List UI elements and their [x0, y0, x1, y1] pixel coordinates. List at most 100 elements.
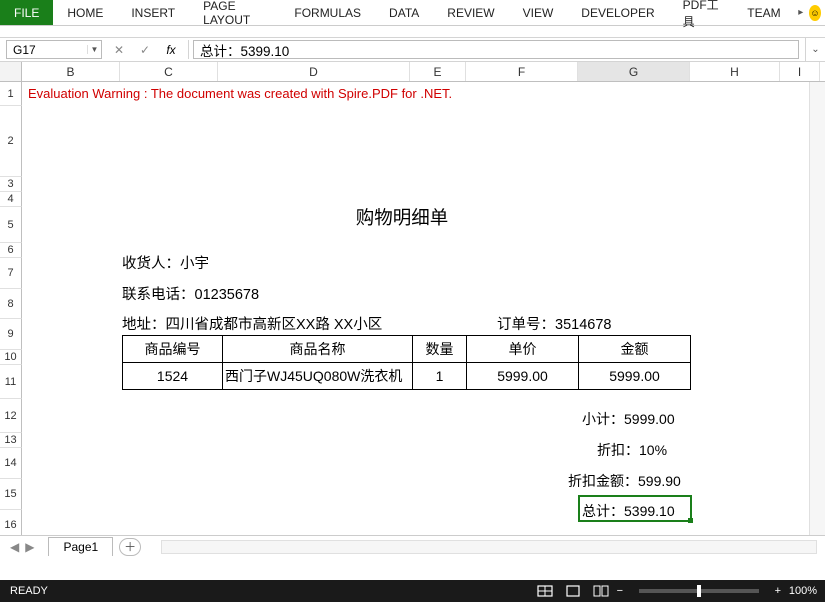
- tab-page-layout[interactable]: PAGE LAYOUT: [189, 0, 280, 25]
- zoom-out-button[interactable]: −: [615, 585, 625, 597]
- row-header-14[interactable]: 14: [0, 448, 22, 479]
- row-header-12[interactable]: 12: [0, 399, 22, 433]
- table-header-row: 商品编号 商品名称 数量 单价 金额: [123, 336, 691, 363]
- view-pagelayout-icon[interactable]: [560, 582, 586, 600]
- phone-value: 01235678: [195, 287, 260, 303]
- fx-icon[interactable]: fx: [158, 43, 184, 57]
- tab-developer[interactable]: DEVELOPER: [567, 0, 668, 25]
- grid-body[interactable]: 12345678910111213141516171819 Evaluation…: [0, 82, 825, 557]
- name-box[interactable]: G17 ▼: [6, 40, 102, 59]
- select-all-corner[interactable]: [0, 62, 22, 81]
- zoom-value[interactable]: 100%: [789, 585, 817, 597]
- horizontal-scrollbar[interactable]: [161, 540, 817, 554]
- row-header-4[interactable]: 4: [0, 192, 22, 207]
- zoom-controls: − + 100%: [615, 585, 825, 597]
- formula-controls: ✕ ✓ fx: [106, 38, 184, 61]
- zoom-slider[interactable]: [639, 589, 759, 593]
- row-header-9[interactable]: 9: [0, 319, 22, 350]
- total-label: 总计：: [582, 503, 624, 519]
- receiver-label: 收货人：: [122, 256, 180, 272]
- tab-view[interactable]: VIEW: [509, 0, 568, 25]
- sheet-nav-prev-icon[interactable]: ◀: [10, 540, 19, 554]
- grid-area: B C D E F G H I 123456789101112131415161…: [0, 62, 825, 557]
- add-sheet-button[interactable]: ＋: [119, 538, 141, 556]
- td-name: 西门子WJ45UQ080W洗衣机: [223, 363, 413, 390]
- address-label: 地址：: [122, 317, 166, 333]
- orderno-label: 订单号：: [497, 317, 555, 333]
- tab-review[interactable]: REVIEW: [433, 0, 508, 25]
- tab-insert[interactable]: INSERT: [117, 0, 189, 25]
- ribbon-overflow-icon[interactable]: ▸: [795, 5, 807, 21]
- th-amount: 金额: [579, 336, 691, 363]
- row-header-7[interactable]: 7: [0, 258, 22, 289]
- col-header-E[interactable]: E: [410, 62, 466, 81]
- row-header-1[interactable]: 1: [0, 82, 22, 106]
- tab-data[interactable]: DATA: [375, 0, 433, 25]
- tab-team[interactable]: TEAM: [733, 0, 794, 25]
- status-ready: READY: [0, 585, 58, 597]
- col-header-C[interactable]: C: [120, 62, 218, 81]
- sheet-nav: ◀ ▶: [0, 540, 44, 554]
- col-header-I[interactable]: I: [780, 62, 820, 81]
- cancel-formula-icon[interactable]: ✕: [106, 43, 132, 57]
- chevron-down-icon[interactable]: ▼: [87, 45, 101, 54]
- evaluation-warning: Evaluation Warning : The document was cr…: [28, 86, 452, 101]
- tab-formulas[interactable]: FORMULAS: [280, 0, 375, 25]
- sheet-nav-next-icon[interactable]: ▶: [25, 540, 34, 554]
- row-header-15[interactable]: 15: [0, 479, 22, 510]
- column-headers: B C D E F G H I: [0, 62, 825, 82]
- td-qty: 1: [413, 363, 467, 390]
- zoom-in-button[interactable]: +: [773, 585, 783, 597]
- view-pagebreak-icon[interactable]: [588, 582, 614, 600]
- phone-line: 联系电话：01235678: [122, 283, 259, 304]
- status-bar: READY − + 100%: [0, 580, 825, 602]
- row-header-6[interactable]: 6: [0, 243, 22, 258]
- th-qty: 数量: [413, 336, 467, 363]
- col-header-H[interactable]: H: [690, 62, 780, 81]
- formula-input[interactable]: 总计：5399.10: [193, 40, 799, 59]
- th-price: 单价: [467, 336, 579, 363]
- tab-home[interactable]: HOME: [53, 0, 117, 25]
- row-header-11[interactable]: 11: [0, 365, 22, 399]
- td-amount: 5999.00: [579, 363, 691, 390]
- th-name: 商品名称: [223, 336, 413, 363]
- sheet-tab-page1[interactable]: Page1: [48, 537, 113, 556]
- col-header-D[interactable]: D: [218, 62, 410, 81]
- name-box-value: G17: [7, 43, 87, 57]
- smiley-icon[interactable]: ☺: [809, 5, 821, 21]
- ribbon: FILE HOME INSERT PAGE LAYOUT FORMULAS DA…: [0, 0, 825, 26]
- row-header-13[interactable]: 13: [0, 433, 22, 448]
- col-header-G[interactable]: G: [578, 62, 690, 81]
- address-value: 四川省成都市高新区XX路 XX小区: [166, 317, 383, 333]
- col-header-B[interactable]: B: [22, 62, 120, 81]
- row-header-3[interactable]: 3: [0, 177, 22, 192]
- subtotal-line: 小计：5999.00: [582, 409, 675, 429]
- row-header-5[interactable]: 5: [0, 207, 22, 243]
- row-header-10[interactable]: 10: [0, 350, 22, 365]
- phone-label: 联系电话：: [122, 287, 195, 303]
- enter-formula-icon[interactable]: ✓: [132, 43, 158, 57]
- discount-line: 折扣：10%: [597, 440, 667, 460]
- col-header-F[interactable]: F: [466, 62, 578, 81]
- total-value: 5399.10: [624, 503, 675, 519]
- tab-pdf[interactable]: PDF工具: [669, 0, 734, 25]
- formula-expand-icon[interactable]: ⌄: [805, 38, 825, 61]
- tab-file[interactable]: FILE: [0, 0, 53, 25]
- row-header-8[interactable]: 8: [0, 289, 22, 319]
- table-row: 1524 西门子WJ45UQ080W洗衣机 1 5999.00 5999.00: [123, 363, 691, 390]
- address-line: 地址：四川省成都市高新区XX路 XX小区: [122, 313, 382, 334]
- sheet-tab-bar: ◀ ▶ Page1 ＋: [0, 535, 825, 557]
- items-table: 商品编号 商品名称 数量 单价 金额 1524 西门子WJ45UQ080W洗衣机…: [122, 335, 691, 390]
- subtotal-label: 小计：: [582, 411, 624, 427]
- td-price: 5999.00: [467, 363, 579, 390]
- vertical-scrollbar[interactable]: [809, 82, 825, 535]
- discamt-value: 599.90: [638, 473, 681, 489]
- receiver-line: 收货人：小宇: [122, 252, 209, 273]
- subtotal-value: 5999.00: [624, 411, 675, 427]
- row-headers: 12345678910111213141516171819: [0, 82, 22, 557]
- discount-value: 10%: [639, 442, 667, 458]
- view-normal-icon[interactable]: [532, 582, 558, 600]
- orderno-value: 3514678: [555, 317, 611, 333]
- row-header-2[interactable]: 2: [0, 106, 22, 177]
- total-line: 总计：5399.10: [582, 501, 675, 521]
